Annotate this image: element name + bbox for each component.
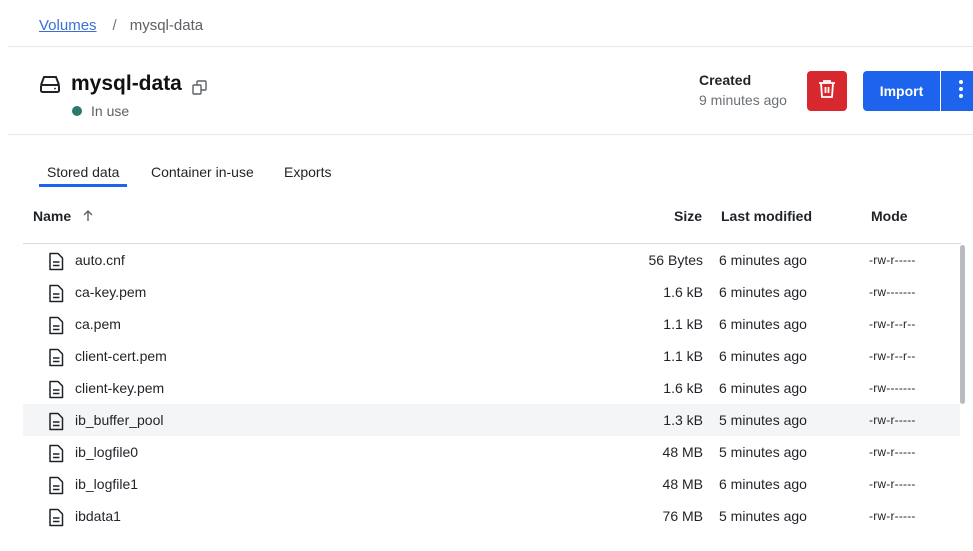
- table-row[interactable]: client-cert.pem 1.1 kB 6 minutes ago -rw-r-…: [23, 340, 960, 372]
- column-header-last-modified[interactable]: Last modified: [721, 208, 812, 224]
- file-size: 1.1 kB: [663, 316, 703, 332]
- file-icon: [48, 348, 64, 372]
- breadcrumb-current: mysql-data: [129, 17, 204, 34]
- file-size: 76 MB: [662, 508, 703, 524]
- column-header-size[interactable]: Size: [674, 208, 702, 224]
- column-header-name[interactable]: Name: [33, 208, 93, 224]
- file-mode: -rw-r-----: [869, 445, 916, 459]
- status-dot: [72, 106, 82, 116]
- file-name: ibdata1: [75, 508, 121, 524]
- file-icon: [48, 412, 64, 436]
- file-name: ca.pem: [75, 316, 121, 332]
- file-mode: -rw-r-----: [869, 253, 916, 267]
- file-last-modified: 6 minutes ago: [719, 252, 807, 268]
- divider: [8, 134, 973, 135]
- file-mode: -rw-r--r--: [869, 349, 916, 363]
- file-last-modified: 5 minutes ago: [719, 508, 807, 524]
- copy-icon[interactable]: [192, 80, 207, 100]
- tab-container-in-use[interactable]: Container in-use: [151, 164, 254, 180]
- file-size: 48 MB: [662, 444, 703, 460]
- file-name: ib_buffer_pool: [75, 412, 164, 428]
- file-icon: [48, 284, 64, 308]
- table-row[interactable]: ca-key.pem 1.6 kB 6 minutes ago -rw-------: [23, 276, 960, 308]
- file-last-modified: 6 minutes ago: [719, 284, 807, 300]
- table-row[interactable]: ibdata1 76 MB 5 minutes ago -rw-r-----: [23, 500, 960, 532]
- file-name: ib_logfile1: [75, 476, 139, 492]
- file-size: 1.3 kB: [663, 412, 703, 428]
- file-mode: -rw-------: [869, 381, 916, 395]
- tab-stored-data[interactable]: Stored data: [47, 164, 119, 180]
- file-table-body: auto.cnf 56 Bytes 6 minutes ago -rw-r----- c…: [23, 244, 960, 532]
- more-options-button[interactable]: [941, 71, 973, 111]
- file-icon: [48, 316, 64, 340]
- file-size: 1.6 kB: [663, 380, 703, 396]
- file-mode: -rw-------: [869, 285, 916, 299]
- breadcrumb-volumes-link[interactable]: Volumes: [39, 17, 97, 34]
- file-size: 1.6 kB: [663, 284, 703, 300]
- import-button[interactable]: Import: [863, 71, 940, 111]
- file-mode: -rw-r-----: [869, 509, 916, 523]
- delete-button[interactable]: [807, 71, 847, 111]
- file-size: 48 MB: [662, 476, 703, 492]
- table-row[interactable]: client-key.pem 1.6 kB 6 minutes ago -rw----…: [23, 372, 960, 404]
- table-row[interactable]: ib_buffer_pool 1.3 kB 5 minutes ago -rw-r--…: [23, 404, 960, 436]
- hard-drive-icon: [39, 74, 61, 99]
- page-title: mysql-data: [71, 72, 182, 95]
- table-row[interactable]: ib_logfile1 48 MB 6 minutes ago -rw-r-----: [23, 468, 960, 500]
- file-last-modified: 5 minutes ago: [719, 412, 807, 428]
- file-last-modified: 6 minutes ago: [719, 316, 807, 332]
- sort-ascending-icon: [83, 209, 93, 225]
- created-label: Created: [699, 72, 752, 88]
- scrollbar[interactable]: [960, 245, 965, 404]
- file-mode: -rw-r-----: [869, 477, 916, 491]
- divider: [8, 46, 973, 47]
- table-row[interactable]: auto.cnf 56 Bytes 6 minutes ago -rw-r-----: [23, 244, 960, 276]
- status-indicator: In use: [72, 103, 129, 119]
- file-name: auto.cnf: [75, 252, 125, 268]
- trash-icon: [818, 79, 836, 104]
- file-size: 1.1 kB: [663, 348, 703, 364]
- table-row[interactable]: ib_logfile0 48 MB 5 minutes ago -rw-r-----: [23, 436, 960, 468]
- file-mode: -rw-r-----: [869, 413, 916, 427]
- more-vertical-icon: [959, 79, 963, 103]
- file-size: 56 Bytes: [648, 252, 703, 268]
- file-name: client-key.pem: [75, 380, 165, 396]
- active-tab-indicator: [39, 184, 127, 187]
- file-icon: [48, 444, 64, 468]
- file-last-modified: 6 minutes ago: [719, 380, 807, 396]
- file-icon: [48, 508, 64, 532]
- table-row[interactable]: ca.pem 1.1 kB 6 minutes ago -rw-r--r--: [23, 308, 960, 340]
- breadcrumb: Volumes / mysql-data: [39, 17, 203, 34]
- breadcrumb-separator: /: [112, 17, 117, 34]
- created-value: 9 minutes ago: [699, 92, 787, 108]
- file-name: client-cert.pem: [75, 348, 167, 364]
- file-name: ca-key.pem: [75, 284, 147, 300]
- file-name: ib_logfile0: [75, 444, 139, 460]
- column-header-name-label: Name: [33, 208, 72, 224]
- file-last-modified: 6 minutes ago: [719, 348, 807, 364]
- file-icon: [48, 380, 64, 404]
- file-last-modified: 6 minutes ago: [719, 476, 807, 492]
- file-last-modified: 5 minutes ago: [719, 444, 807, 460]
- column-header-mode[interactable]: Mode: [871, 208, 908, 224]
- file-icon: [48, 476, 64, 500]
- status-text: In use: [91, 103, 130, 119]
- file-mode: -rw-r--r--: [869, 317, 916, 331]
- tab-exports[interactable]: Exports: [284, 164, 331, 180]
- file-icon: [48, 252, 64, 276]
